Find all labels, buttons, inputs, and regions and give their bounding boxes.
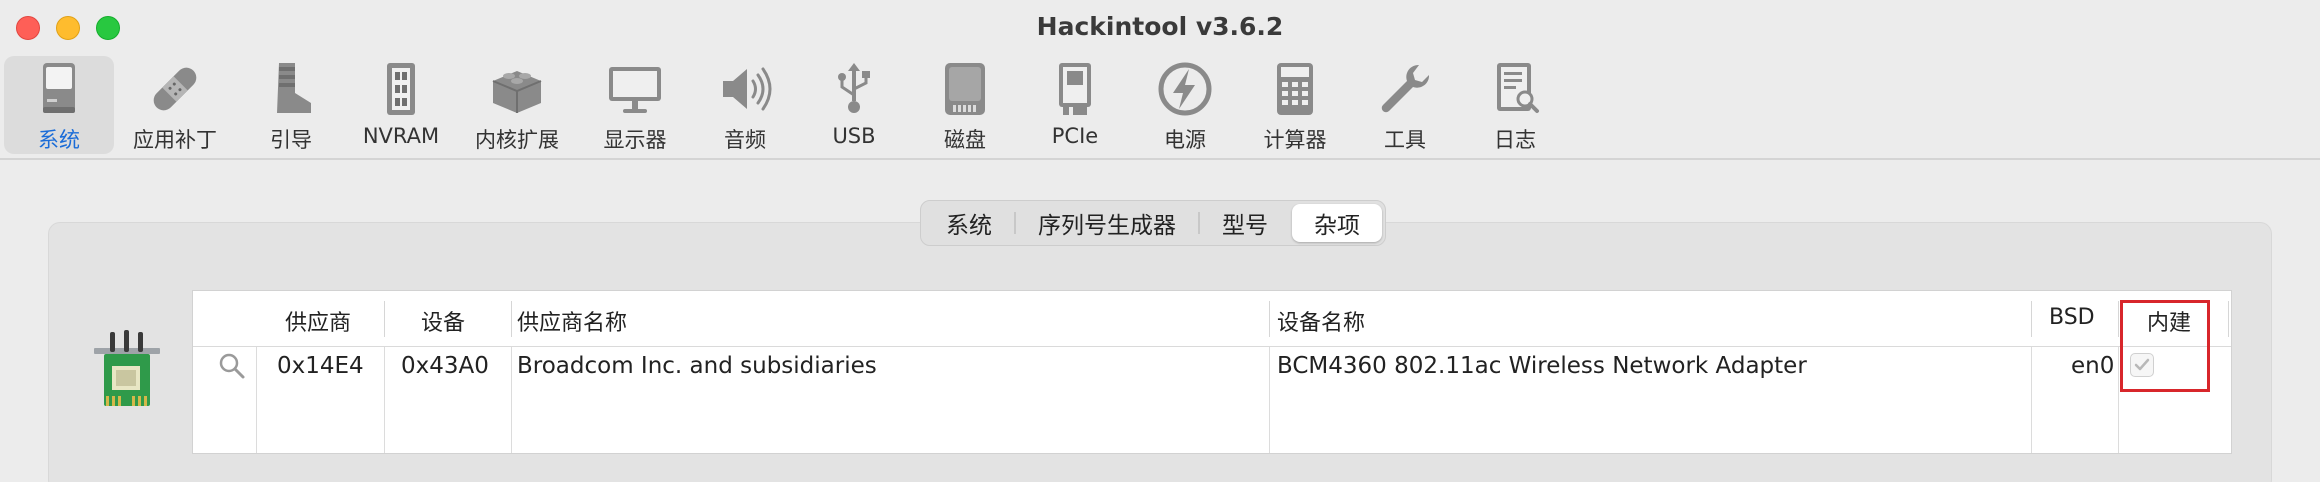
toolbar-item-power[interactable]: 电源 [1130, 56, 1240, 154]
column-divider [511, 347, 512, 453]
device-table: 供应商 设备 供应商名称 设备名称 BSD 内建 0x14E4 0x43A0 B… [192, 290, 2232, 454]
toolbar-item-label: 音频 [724, 128, 766, 152]
log-document-icon [1484, 58, 1546, 120]
cell-device-name: BCM4360 802.11ac Wireless Network Adapte… [1277, 353, 1807, 379]
speaker-icon [714, 58, 776, 120]
calculator-icon [1264, 58, 1326, 120]
toolbar-item-label: 日志 [1494, 128, 1536, 152]
ram-chip-icon [370, 58, 432, 120]
toolbar-item-label: USB [832, 124, 876, 148]
toolbar-item-boot[interactable]: 引导 [236, 56, 346, 154]
cell-vendor-name: Broadcom Inc. and subsidiaries [517, 353, 877, 379]
table-header: 供应商 设备 供应商名称 设备名称 BSD 内建 [193, 291, 2231, 347]
toolbar-item-kexts[interactable]: 内核扩展 [462, 56, 572, 154]
toolbar-item-label: 内核扩展 [475, 128, 559, 152]
disk-icon [934, 58, 996, 120]
column-divider [2228, 301, 2229, 337]
computer-icon [28, 58, 90, 120]
column-divider [1269, 301, 1270, 337]
column-header-device-id[interactable]: 设备 [421, 305, 465, 337]
toolbar-item-label: 工具 [1384, 128, 1426, 152]
tab-misc[interactable]: 杂项 [1292, 204, 1382, 242]
toolbar-item-display[interactable]: 显示器 [580, 56, 690, 154]
toolbar: 系统 应用补丁 引导 NVRAM 内核扩展 显示器 音频 USB 磁盘 PCIe… [0, 56, 2320, 156]
column-divider [384, 301, 385, 337]
toolbar-item-label: 引导 [270, 128, 312, 152]
tab-system[interactable]: 系统 [924, 204, 1014, 242]
toolbar-item-system[interactable]: 系统 [4, 56, 114, 154]
toolbar-item-pcie[interactable]: PCIe [1020, 56, 1130, 154]
column-divider [2031, 301, 2032, 337]
column-header-vendor-id[interactable]: 供应商 [285, 305, 351, 337]
window-title: Hackintool v3.6.2 [1036, 12, 1284, 41]
magnifier-icon[interactable] [217, 351, 247, 387]
toolbar-item-label: 计算器 [1263, 128, 1327, 152]
column-divider [384, 347, 385, 453]
toolbar-item-label: 系统 [38, 128, 80, 152]
bandage-icon [144, 58, 206, 120]
toolbar-item-label: PCIe [1051, 124, 1099, 148]
tab-serial-generator[interactable]: 序列号生成器 [1016, 204, 1198, 242]
network-card-icon [92, 330, 164, 410]
column-header-vendor-name[interactable]: 供应商名称 [517, 305, 627, 337]
column-header-bsd[interactable]: BSD [2049, 305, 2095, 330]
toolbar-item-usb[interactable]: USB [799, 56, 909, 154]
tab-model[interactable]: 型号 [1200, 204, 1290, 242]
column-divider [256, 347, 257, 453]
toolbar-item-tools[interactable]: 工具 [1350, 56, 1460, 154]
usb-icon [823, 58, 885, 120]
cell-bsd: en0 [2071, 353, 2115, 379]
tab-bar: 系统 序列号生成器 型号 杂项 [920, 200, 1386, 246]
pcie-card-icon [1044, 58, 1106, 120]
cell-vendor-id: 0x14E4 [277, 353, 364, 379]
column-header-device-name[interactable]: 设备名称 [1277, 305, 1365, 337]
toolbar-item-patch[interactable]: 应用补丁 [120, 56, 230, 154]
lego-brick-icon [486, 58, 548, 120]
annotation-highlight-box [2120, 300, 2210, 392]
boot-icon [260, 58, 322, 120]
wrench-icon [1374, 58, 1436, 120]
column-divider [2031, 347, 2032, 453]
toolbar-item-label: 磁盘 [944, 128, 986, 152]
column-divider [511, 301, 512, 337]
toolbar-item-logs[interactable]: 日志 [1460, 56, 1570, 154]
column-divider [2118, 347, 2119, 453]
column-divider [2118, 301, 2119, 337]
toolbar-item-nvram[interactable]: NVRAM [346, 56, 456, 154]
toolbar-item-label: 电源 [1164, 128, 1206, 152]
display-icon [604, 58, 666, 120]
column-divider [1269, 347, 1270, 453]
toolbar-item-label: 应用补丁 [133, 128, 217, 152]
cell-device-id: 0x43A0 [401, 353, 489, 379]
title-bar: Hackintool v3.6.2 系统 应用补丁 引导 NVRAM 内核扩展 … [0, 0, 2320, 160]
toolbar-item-audio[interactable]: 音频 [690, 56, 800, 154]
toolbar-item-calculator[interactable]: 计算器 [1240, 56, 1350, 154]
lightning-icon [1154, 58, 1216, 120]
toolbar-item-label: NVRAM [362, 124, 440, 148]
toolbar-item-disk[interactable]: 磁盘 [910, 56, 1020, 154]
toolbar-item-label: 显示器 [603, 128, 667, 152]
